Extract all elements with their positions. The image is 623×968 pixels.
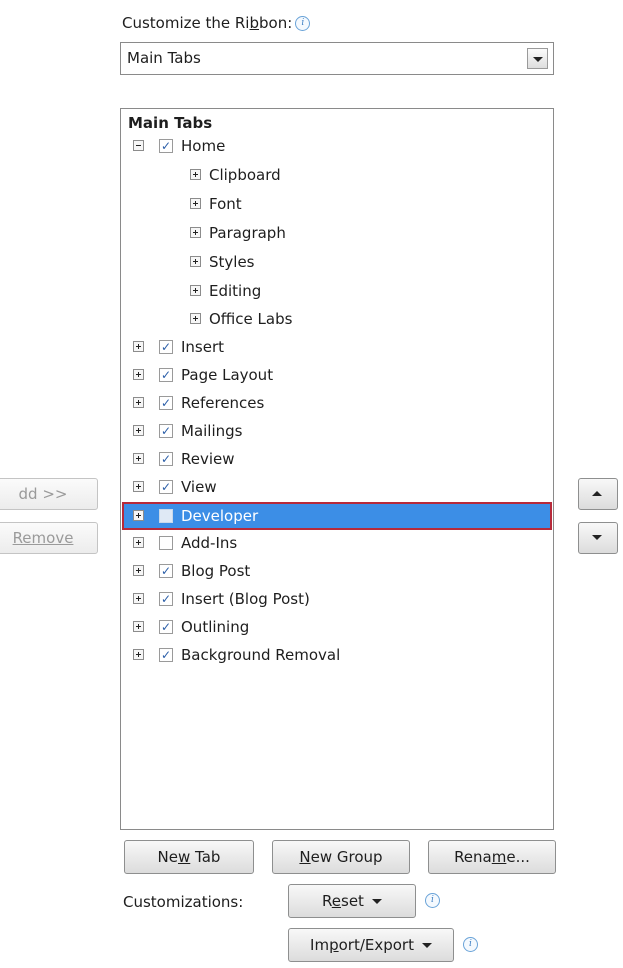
home-checkbox[interactable]: ✓ xyxy=(159,139,173,153)
expand-icon[interactable] xyxy=(133,537,144,548)
background-removal-checkbox[interactable]: ✓ xyxy=(159,648,173,662)
remove-button[interactable]: Remove xyxy=(0,522,98,554)
mailings-checkbox[interactable]: ✓ xyxy=(159,424,173,438)
blog-post-checkbox[interactable]: ✓ xyxy=(159,564,173,578)
expand-icon[interactable] xyxy=(133,621,144,632)
expand-icon[interactable] xyxy=(190,256,201,267)
move-down-button[interactable] xyxy=(578,522,618,554)
view-checkbox[interactable]: ✓ xyxy=(159,480,173,494)
expand-icon[interactable] xyxy=(133,397,144,408)
insert-blog-post-checkbox[interactable]: ✓ xyxy=(159,592,173,606)
expand-icon[interactable] xyxy=(133,453,144,464)
expand-icon[interactable] xyxy=(133,649,144,660)
expand-icon[interactable] xyxy=(133,565,144,576)
ribbon-tabs-dropdown[interactable]: Main Tabs xyxy=(120,42,554,75)
expand-icon[interactable] xyxy=(133,341,144,352)
new-tab-button[interactable]: New Tab xyxy=(124,840,254,874)
expand-icon[interactable] xyxy=(133,593,144,604)
expand-icon[interactable] xyxy=(133,425,144,436)
expand-icon[interactable] xyxy=(190,227,201,238)
customize-ribbon-label: Customize the Ribbon: i xyxy=(122,14,311,32)
customizations-label: Customizations: xyxy=(123,893,244,911)
expand-icon[interactable] xyxy=(190,198,201,209)
move-up-button[interactable] xyxy=(578,478,618,510)
dropdown-arrow-icon xyxy=(371,899,382,904)
review-checkbox[interactable]: ✓ xyxy=(159,452,173,466)
collapse-icon[interactable] xyxy=(133,140,144,151)
add-ins-checkbox[interactable] xyxy=(159,536,173,550)
rename-button[interactable]: Rename... xyxy=(428,840,556,874)
info-icon[interactable]: i xyxy=(295,16,311,31)
insert-checkbox[interactable]: ✓ xyxy=(159,340,173,354)
info-icon[interactable]: i xyxy=(425,893,440,908)
reset-button[interactable]: Reset xyxy=(288,884,416,918)
page-layout-checkbox[interactable]: ✓ xyxy=(159,368,173,382)
expand-icon[interactable] xyxy=(133,369,144,380)
expand-icon[interactable] xyxy=(133,481,144,492)
chevron-down-icon[interactable] xyxy=(527,48,548,69)
new-group-button[interactable]: New Group xyxy=(272,840,410,874)
import-export-button[interactable]: Import/Export xyxy=(288,928,454,962)
dropdown-arrow-icon xyxy=(421,943,432,948)
tree-item-home[interactable]: ✓ Home xyxy=(133,133,543,159)
expand-icon[interactable] xyxy=(190,169,201,180)
add-button[interactable]: dd >> xyxy=(0,478,98,510)
info-icon[interactable]: i xyxy=(463,937,478,952)
references-checkbox[interactable]: ✓ xyxy=(159,396,173,410)
expand-icon[interactable] xyxy=(133,510,144,521)
expand-icon[interactable] xyxy=(190,285,201,296)
outlining-checkbox[interactable]: ✓ xyxy=(159,620,173,634)
tree-heading: Main Tabs xyxy=(128,114,213,132)
expand-icon[interactable] xyxy=(190,313,201,324)
developer-checkbox[interactable] xyxy=(159,509,173,523)
dropdown-value: Main Tabs xyxy=(127,49,201,67)
